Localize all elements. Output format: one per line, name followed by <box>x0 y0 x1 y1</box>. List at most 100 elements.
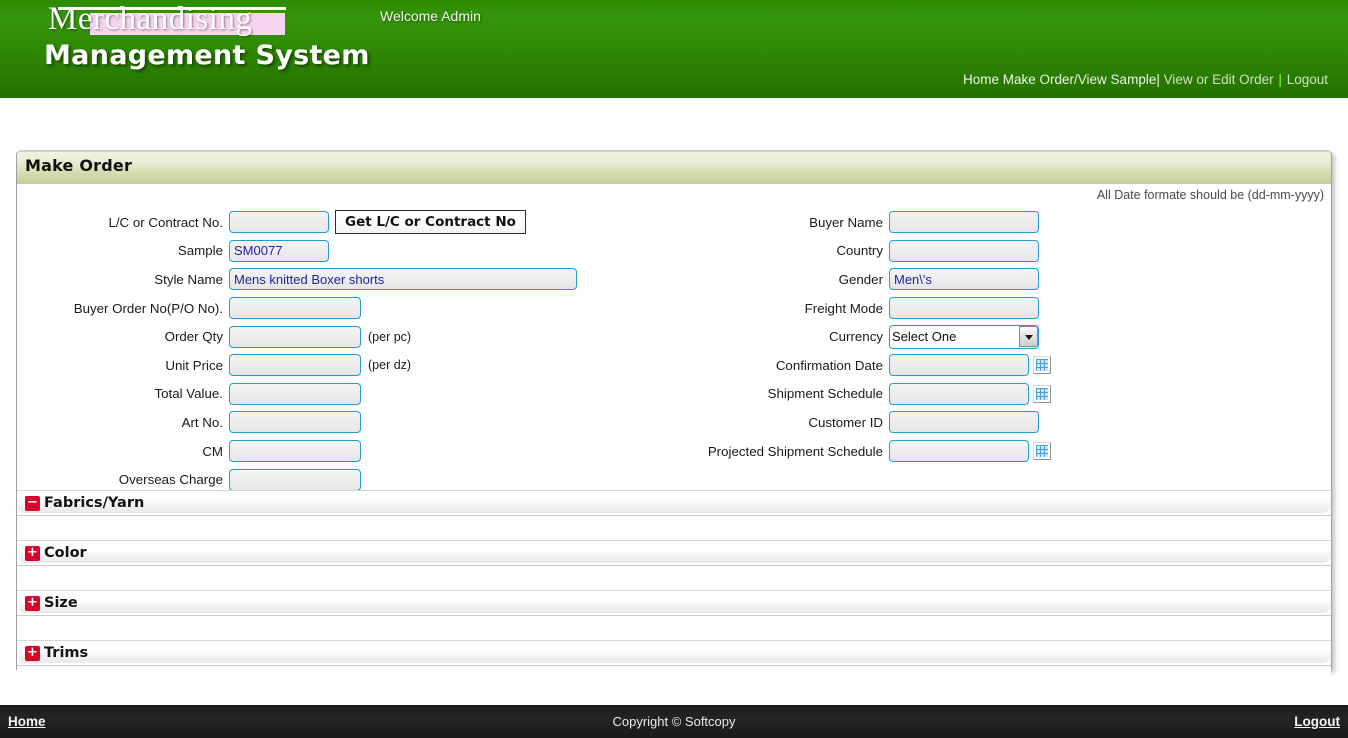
field-row-projected-shipment-schedule: Projected Shipment Schedule <box>677 437 1333 466</box>
accordion-bar <box>17 545 1331 563</box>
footer-link-logout[interactable]: Logout <box>1294 714 1340 729</box>
brand-overline-rule <box>58 7 286 10</box>
gender-input[interactable] <box>889 268 1039 291</box>
field-row-buyer-name: Buyer Name <box>677 208 1333 237</box>
cm-input[interactable] <box>229 440 361 463</box>
label-unit-price: Unit Price <box>165 357 223 373</box>
label-lc-contract: L/C or Contract No. <box>108 214 223 230</box>
label-buyer-name: Buyer Name <box>809 214 883 230</box>
label-country: Country <box>836 243 883 259</box>
accordion-label-fabrics-yarn: Fabrics/Yarn <box>44 495 145 511</box>
field-row-total-value: Total Value. <box>17 380 677 409</box>
form-column-left: L/C or Contract No. Get L/C or Contract … <box>17 208 677 523</box>
country-input[interactable] <box>889 239 1039 262</box>
field-row-lc-contract: L/C or Contract No. Get L/C or Contract … <box>17 208 677 237</box>
overseas-charge-input[interactable] <box>229 468 361 491</box>
form-column-right: Buyer Name Country Gender Freight Mode <box>677 208 1333 523</box>
field-row-sample: Sample <box>17 237 677 266</box>
field-row-confirmation-date: Confirmation Date <box>677 351 1333 380</box>
accordion-label-size: Size <box>44 595 78 611</box>
total-value-input[interactable] <box>229 382 361 405</box>
brand-line-2: Management System <box>44 40 370 71</box>
plus-icon[interactable]: + <box>25 595 40 611</box>
minus-icon[interactable]: − <box>25 495 40 511</box>
accordion-panel-trims <box>17 666 1331 690</box>
label-confirmation-date: Confirmation Date <box>775 357 883 373</box>
accordion-header-fabrics-yarn[interactable]: − Fabrics/Yarn <box>17 490 1331 516</box>
field-row-style-name: Style Name <box>17 265 677 294</box>
currency-select[interactable]: Select One <box>889 324 1039 349</box>
label-overseas-charge: Overseas Charge <box>118 472 223 488</box>
accordion-label-color: Color <box>44 545 87 561</box>
label-cm: CM <box>202 443 223 459</box>
make-order-panel: Make Order All Date formate should be (d… <box>16 150 1333 690</box>
calendar-icon-projected-shipment[interactable] <box>1033 442 1051 461</box>
nav-link-home[interactable]: Home <box>963 72 999 87</box>
calendar-icon <box>1036 445 1048 458</box>
field-row-country: Country <box>677 237 1333 266</box>
customer-id-input[interactable] <box>889 411 1039 434</box>
style-name-input[interactable] <box>229 268 577 291</box>
label-style-name: Style Name <box>154 271 223 287</box>
nav-separator-2: | <box>1278 72 1282 87</box>
field-row-order-qty: Order Qty (per pc) <box>17 322 677 351</box>
field-row-gender: Gender <box>677 265 1333 294</box>
nav-link-logout[interactable]: Logout <box>1287 72 1328 87</box>
buyer-name-input[interactable] <box>889 211 1039 234</box>
plus-icon[interactable]: + <box>25 645 40 661</box>
art-no-input[interactable] <box>229 411 361 434</box>
page-body: Make Order All Date formate should be (d… <box>0 98 1348 705</box>
site-footer: Home Copyright © Softcopy Logout <box>0 705 1348 738</box>
buyer-order-no-input[interactable] <box>229 297 361 320</box>
label-freight-mode: Freight Mode <box>804 300 883 316</box>
label-shipment-schedule: Shipment Schedule <box>767 386 883 402</box>
calendar-icon <box>1036 359 1048 372</box>
shipment-schedule-input[interactable] <box>889 382 1029 405</box>
calendar-icon-confirmation-date[interactable] <box>1033 356 1051 375</box>
field-row-freight-mode: Freight Mode <box>677 294 1333 323</box>
label-total-value: Total Value. <box>154 386 224 402</box>
site-header: Merchandising Management System Welcome … <box>0 0 1348 98</box>
field-row-unit-price: Unit Price (per dz) <box>17 351 677 380</box>
accordion-bar <box>17 495 1331 513</box>
welcome-message: Welcome Admin <box>380 8 481 24</box>
sample-input[interactable] <box>229 239 329 262</box>
field-row-currency: Currency Select One <box>677 322 1333 351</box>
accordion-label-trims: Trims <box>44 645 89 661</box>
accordion-panel-color <box>17 566 1331 590</box>
field-row-customer-id: Customer ID <box>677 408 1333 437</box>
calendar-icon <box>1036 387 1048 400</box>
field-row-cm: CM <box>17 437 677 466</box>
label-art-no: Art No. <box>181 414 223 430</box>
nav-link-view-edit-order[interactable]: View or Edit Order <box>1164 72 1274 87</box>
plus-icon[interactable]: + <box>25 545 40 561</box>
accordion-header-color[interactable]: + Color <box>17 540 1331 566</box>
label-buyer-order-no: Buyer Order No(P/O No). <box>73 300 223 316</box>
currency-select-wrapper: Select One <box>889 324 1039 349</box>
label-gender: Gender <box>838 271 883 287</box>
panel-title-bar: Make Order <box>17 152 1331 184</box>
nav-link-make-order[interactable]: Make Order/View Sample <box>1003 72 1157 87</box>
accordion-header-trims[interactable]: + Trims <box>17 640 1331 666</box>
get-lc-contract-button[interactable]: Get L/C or Contract No <box>335 210 526 235</box>
accordion-bar <box>17 645 1331 663</box>
order-qty-input[interactable] <box>229 325 361 348</box>
projected-shipment-schedule-input[interactable] <box>889 440 1029 463</box>
unit-price-input[interactable] <box>229 354 361 377</box>
accordion-panel-size <box>17 616 1331 640</box>
label-currency: Currency <box>829 329 883 345</box>
brand-line-1: Merchandising <box>44 2 286 36</box>
label-order-qty: Order Qty <box>164 329 223 345</box>
freight-mode-input[interactable] <box>889 297 1039 320</box>
date-format-note: All Date formate should be (dd-mm-yyyy) <box>1096 188 1324 202</box>
field-row-shipment-schedule: Shipment Schedule <box>677 380 1333 409</box>
confirmation-date-input[interactable] <box>889 354 1029 377</box>
accordion-panel-fabrics-yarn <box>17 516 1331 540</box>
nav-separator-1: | <box>1156 72 1160 87</box>
calendar-icon-shipment-schedule[interactable] <box>1033 384 1051 403</box>
page-title: Make Order <box>25 156 133 175</box>
field-row-art-no: Art No. <box>17 408 677 437</box>
accordion-header-size[interactable]: + Size <box>17 590 1331 616</box>
label-sample: Sample <box>177 243 223 259</box>
lc-contract-input[interactable] <box>229 211 329 234</box>
